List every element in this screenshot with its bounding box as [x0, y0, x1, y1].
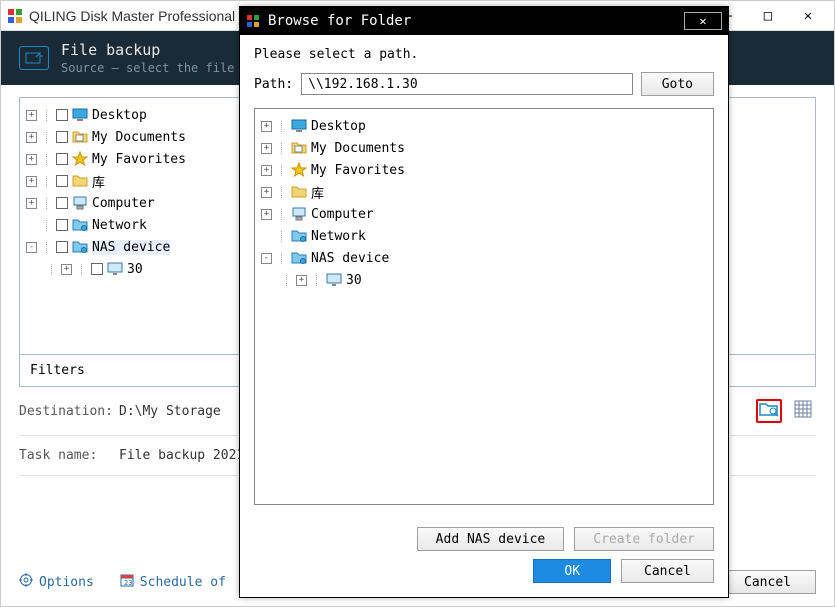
- checkbox[interactable]: [56, 219, 68, 231]
- star-icon: [72, 151, 88, 167]
- page-title: File backup: [61, 41, 234, 59]
- network-icon: [291, 228, 307, 244]
- dialog-cancel-button[interactable]: Cancel: [621, 559, 714, 583]
- tree-row-network[interactable]: Network: [261, 225, 707, 247]
- app-logo-icon: [7, 8, 23, 24]
- tree-item-label: Desktop: [92, 108, 147, 123]
- tree-item-label: My Favorites: [311, 163, 405, 178]
- tree-row-库[interactable]: +库: [261, 181, 707, 203]
- filters-label: Filters: [30, 363, 85, 378]
- dialog-close-button[interactable]: ✕: [684, 12, 722, 30]
- desktop-icon: [72, 107, 88, 123]
- browse-destination-button[interactable]: [756, 399, 782, 423]
- path-label: Path:: [254, 77, 293, 92]
- checkbox[interactable]: [91, 263, 103, 275]
- schedule-link[interactable]: 23 Schedule of: [120, 573, 226, 591]
- checkbox[interactable]: [56, 153, 68, 165]
- expander-icon[interactable]: -: [261, 253, 272, 264]
- tree-item-label: Network: [311, 229, 366, 244]
- dialog-titlebar[interactable]: Browse for Folder ✕: [240, 7, 728, 35]
- taskname-label: Task name:: [19, 448, 119, 463]
- tree-row-30[interactable]: +30: [261, 269, 707, 291]
- maximize-button[interactable]: □: [748, 2, 788, 30]
- folder-yellow-icon: [72, 173, 88, 189]
- folder-doc-icon: [72, 129, 88, 145]
- checkbox[interactable]: [56, 241, 68, 253]
- expander-icon[interactable]: +: [26, 110, 37, 121]
- dialog-tree[interactable]: +Desktop+My Documents+My Favorites+库+Com…: [254, 108, 714, 505]
- dialog-title: Browse for Folder: [268, 13, 684, 29]
- tree-item-label: My Documents: [92, 130, 186, 145]
- checkbox[interactable]: [56, 175, 68, 187]
- gear-icon: [19, 573, 33, 591]
- tree-item-label: Network: [92, 218, 147, 233]
- tree-row-nas-device[interactable]: - NAS device: [261, 247, 707, 269]
- expander-icon[interactable]: +: [61, 264, 72, 275]
- options-link[interactable]: Options: [19, 573, 94, 591]
- folder-yellow-icon: [291, 184, 307, 200]
- tree-item-label: My Documents: [311, 141, 405, 156]
- computer-icon: [72, 195, 88, 211]
- monitor-icon: [326, 272, 342, 288]
- tree-item-label: 库: [311, 183, 324, 202]
- goto-button[interactable]: Goto: [641, 72, 714, 96]
- add-nas-button[interactable]: Add NAS device: [417, 527, 565, 551]
- computer-icon: [291, 206, 307, 222]
- tree-item-label: Computer: [92, 196, 155, 211]
- checkbox[interactable]: [56, 131, 68, 143]
- expander-icon[interactable]: +: [261, 121, 272, 132]
- tree-item-label: Desktop: [311, 119, 366, 134]
- desktop-icon: [291, 118, 307, 134]
- tree-item-label: NAS device: [92, 240, 170, 255]
- page-subtitle: Source — select the file: [61, 61, 234, 75]
- dialog-prompt: Please select a path.: [254, 47, 714, 62]
- tree-row-my-favorites[interactable]: + My Favorites: [261, 159, 707, 181]
- expander-icon[interactable]: -: [26, 242, 37, 253]
- expander-icon[interactable]: +: [261, 209, 272, 220]
- backup-header-icon: [19, 46, 49, 70]
- tree-item-label: NAS device: [311, 251, 389, 266]
- path-row: Path: Goto: [254, 72, 714, 96]
- tree-item-label: 30: [346, 273, 362, 288]
- network-icon: [291, 250, 307, 266]
- tree-item-label: 30: [127, 262, 143, 277]
- tree-row-my-documents[interactable]: + My Documents: [261, 137, 707, 159]
- tree-row-desktop[interactable]: + Desktop: [261, 115, 707, 137]
- network-icon: [72, 217, 88, 233]
- dialog-cube-icon: [246, 14, 260, 28]
- tree-item-label: 库: [92, 172, 105, 191]
- tree-item-label: Computer: [311, 207, 374, 222]
- expander-icon[interactable]: +: [261, 143, 272, 154]
- schedule-label: Schedule of: [140, 575, 226, 590]
- expander-icon[interactable]: +: [261, 187, 272, 198]
- expander-icon[interactable]: +: [261, 165, 272, 176]
- destination-label: Destination:: [19, 404, 119, 419]
- calendar-icon: 23: [120, 573, 134, 591]
- checkbox[interactable]: [56, 109, 68, 121]
- close-button[interactable]: ✕: [788, 2, 828, 30]
- tree-item-label: My Favorites: [92, 152, 186, 167]
- path-input[interactable]: [301, 73, 633, 95]
- checkbox[interactable]: [56, 197, 68, 209]
- folder-doc-icon: [291, 140, 307, 156]
- monitor-icon: [107, 261, 123, 277]
- svg-text:23: 23: [124, 579, 132, 587]
- create-folder-button[interactable]: Create folder: [574, 527, 714, 551]
- scheme-icon: [794, 400, 812, 422]
- ok-button[interactable]: OK: [533, 559, 611, 583]
- main-cancel-button[interactable]: Cancel: [719, 570, 816, 594]
- expander-icon[interactable]: +: [26, 154, 37, 165]
- browse-folder-dialog: Browse for Folder ✕ Please select a path…: [239, 6, 729, 598]
- tree-row-computer[interactable]: + Computer: [261, 203, 707, 225]
- expander-icon[interactable]: +: [26, 132, 37, 143]
- expander-icon[interactable]: +: [26, 198, 37, 209]
- star-icon: [291, 162, 307, 178]
- browse-folder-icon: [759, 401, 779, 421]
- close-icon: ✕: [699, 14, 706, 28]
- network-icon: [72, 239, 88, 255]
- backup-scheme-button[interactable]: [790, 399, 816, 423]
- options-label: Options: [39, 575, 94, 590]
- expander-icon[interactable]: +: [296, 275, 307, 286]
- expander-icon[interactable]: +: [26, 176, 37, 187]
